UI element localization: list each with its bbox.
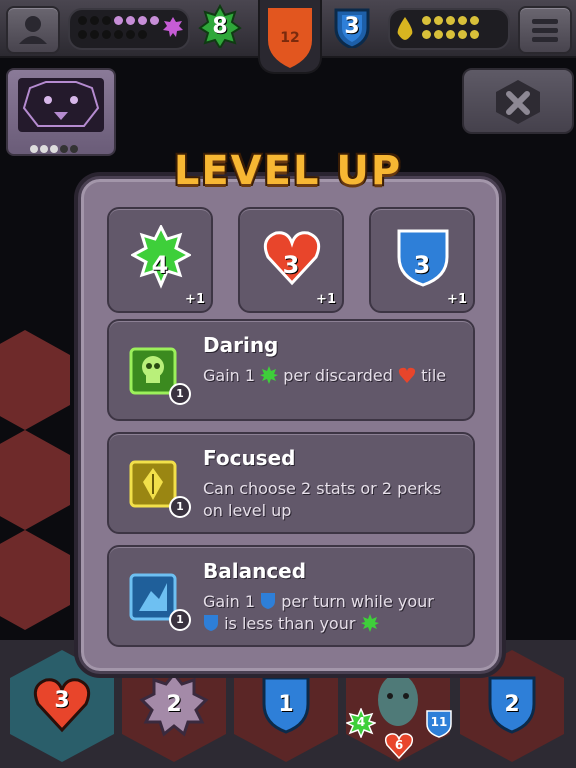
perk-description: Gain 1 per turn while your is less than … — [203, 591, 463, 635]
perk-description: Can choose 2 stats or 2 perks on level u… — [203, 479, 442, 520]
perk-desc-text: Gain 1 — [203, 366, 256, 385]
perk-option-daring[interactable]: 1 Daring Gain 1 per discarded tile — [107, 319, 475, 421]
drop-icon — [397, 17, 413, 40]
green-star-icon — [360, 614, 379, 632]
tiger-portrait-icon — [18, 78, 104, 132]
dialog-title: LEVEL UP — [173, 148, 403, 194]
blue-badge: 3 — [330, 2, 374, 50]
perk-desc-text: Gain 1 — [203, 592, 256, 611]
green-badge: 8 — [198, 2, 242, 50]
tile-value: 2 — [166, 692, 182, 717]
stat-value: 3 — [413, 251, 431, 279]
blue-shield-icon — [204, 615, 218, 631]
perk-desc-text: is less than your — [224, 614, 356, 633]
blue-shield-icon — [261, 593, 276, 609]
stat-value: 3 — [282, 251, 300, 279]
enemy-defense-value: 11 — [430, 715, 448, 729]
perk-description: Gain 1 per discarded tile — [203, 365, 463, 387]
enemy-health-badge: 6 — [384, 730, 414, 760]
heart-icon — [398, 367, 416, 383]
level-up-dialog: 4 +1 3 +1 3 +1 1 Daring Gain 1 per disca… — [78, 176, 502, 674]
stat-option-defense[interactable]: 3 +1 — [369, 207, 475, 313]
enemy-portrait[interactable] — [6, 68, 116, 156]
perk-level: 1 — [169, 383, 191, 405]
profile-button[interactable] — [6, 6, 60, 54]
board-tile — [0, 330, 70, 430]
stat-increment: +1 — [447, 292, 467, 307]
enemy-defense-badge: 11 — [424, 708, 454, 738]
hamburger-icon — [532, 19, 558, 42]
purple-gear-icon — [163, 17, 183, 37]
stat-option-health[interactable]: 3 +1 — [238, 207, 344, 313]
perk-level: 1 — [169, 496, 191, 518]
tile-value: 1 — [278, 692, 294, 717]
tile-value: 2 — [504, 692, 520, 717]
stat-increment: +1 — [185, 292, 205, 307]
center-tab: 12 — [258, 0, 322, 74]
perk-desc-text: per turn while your — [281, 592, 434, 611]
center-tab-value: 12 — [280, 30, 300, 46]
enemy-health-value: 6 — [394, 738, 404, 752]
enemy-attack-badge: 4 — [345, 707, 377, 739]
close-icon — [496, 80, 540, 124]
board-tile — [0, 530, 70, 630]
board-tile — [0, 430, 70, 530]
close-button[interactable] — [462, 68, 574, 134]
perk-name: Balanced — [203, 559, 307, 583]
person-icon — [19, 16, 47, 44]
portrait-pips — [30, 138, 78, 157]
perk-desc-text: per discarded — [283, 366, 393, 385]
perk-option-balanced[interactable]: 1 Balanced Gain 1 per turn while your is… — [107, 545, 475, 647]
perk-level: 1 — [169, 609, 191, 631]
perk-option-focused[interactable]: 1 Focused Can choose 2 stats or 2 perks … — [107, 432, 475, 534]
stat-option-attack[interactable]: 4 +1 — [107, 207, 213, 313]
perk-desc-text: tile — [421, 366, 447, 385]
xp-dots — [68, 8, 190, 50]
perk-name: Focused — [203, 446, 296, 470]
perk-name: Daring — [203, 333, 279, 357]
stat-increment: +1 — [316, 292, 336, 307]
enemy-attack-value: 4 — [356, 715, 366, 729]
blue-badge-value: 3 — [344, 13, 360, 39]
menu-button[interactable] — [518, 6, 572, 54]
tile-value: 3 — [54, 688, 70, 713]
gold-dots — [388, 8, 510, 50]
green-badge-value: 8 — [212, 13, 228, 39]
stat-value: 4 — [151, 251, 169, 279]
green-star-icon — [260, 366, 279, 384]
